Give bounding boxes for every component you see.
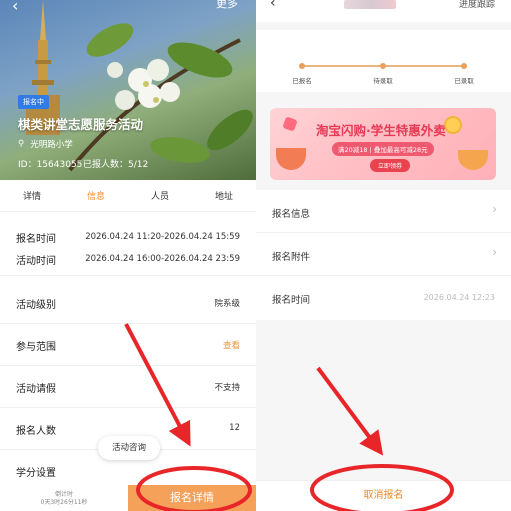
- signup-info-list: 报名信息 › 报名附件 › 报名时间 2026.04.24 12:23: [256, 190, 511, 320]
- signup-info-row[interactable]: 报名信息 ›: [256, 190, 511, 233]
- promo-claim-button[interactable]: 立即领券: [370, 159, 411, 172]
- info-row-level: 活动级别 院系级: [0, 282, 256, 324]
- food-bowl-icon: [458, 150, 488, 170]
- step-label: 已报名: [292, 77, 312, 85]
- countdown-value: 0天3时26分11秒: [40, 499, 88, 506]
- top-bar: ‹ 进度跟踪: [256, 0, 511, 22]
- info-label: 报名人数: [16, 426, 56, 437]
- hero-banner: ‹ 更多 报名中 棋类讲堂志愿服务活动 ⚲ 光明路小学 ID：15643055 …: [0, 0, 256, 180]
- countdown: 倒计时 0天3时26分11秒: [0, 485, 128, 511]
- view-scope-link[interactable]: 查看: [223, 339, 240, 351]
- info-label: 活动请假: [16, 384, 56, 395]
- tab-info[interactable]: 信息: [64, 182, 128, 211]
- activity-detail-screen: ‹ 更多 报名中 棋类讲堂志愿服务活动 ⚲ 光明路小学 ID：15643055 …: [0, 0, 256, 511]
- activity-id: ID：15643055: [18, 160, 83, 170]
- bottom-action-bar: 取消报名: [256, 480, 511, 511]
- progress-tracking-link[interactable]: 进度跟踪: [459, 0, 495, 10]
- info-label: 活动时间: [16, 256, 56, 267]
- signup-status-screen: ‹ 进度跟踪 已报名 待录取 已录取 淘宝闪购·学生特惠外卖 满20减18 | …: [256, 0, 511, 511]
- step-dot: [380, 63, 386, 69]
- row-label: 报名时间: [272, 295, 311, 306]
- location-text: 光明路小学: [30, 140, 73, 150]
- bottom-action-bar: 倒计时 0天3时26分11秒 报名详情: [0, 485, 256, 511]
- countdown-label: 倒计时: [54, 491, 73, 498]
- step-label: 待录取: [373, 77, 393, 85]
- signup-time-row: 报名时间 2026.04.24 12:23: [256, 276, 511, 319]
- info-label: 参与范围: [16, 342, 56, 353]
- more-button[interactable]: 更多: [216, 0, 238, 11]
- tab-details[interactable]: 详情: [0, 182, 64, 211]
- info-value: 12: [229, 423, 240, 433]
- info-row-leave: 活动请假 不支持: [0, 366, 256, 408]
- info-value: 2026.04.24 16:00-2026.04.24 23:59: [85, 254, 240, 264]
- tab-address[interactable]: 地址: [192, 182, 256, 211]
- chevron-right-icon: ›: [492, 245, 497, 259]
- cancel-signup-button[interactable]: 取消报名: [256, 481, 511, 511]
- signup-detail-button[interactable]: 报名详情: [128, 485, 256, 511]
- info-label: 学分设置: [16, 468, 56, 479]
- info-row-scope: 参与范围 查看: [0, 324, 256, 366]
- screenshot-stage: ‹ 更多 报名中 棋类讲堂志愿服务活动 ⚲ 光明路小学 ID：15643055 …: [0, 0, 511, 511]
- gift-icon: [282, 116, 298, 132]
- info-value: 不支持: [214, 383, 240, 393]
- row-value: 2026.04.24 12:23: [423, 293, 495, 302]
- info-label: 活动级别: [16, 300, 56, 311]
- step-dot: [299, 63, 305, 69]
- promo-subtitle: 满20减18 | 叠加最高可减28元: [332, 142, 434, 156]
- detail-tabs: 详情 信息 人员 地址: [0, 182, 256, 212]
- status-badge: 报名中: [18, 95, 49, 109]
- back-icon[interactable]: ‹: [12, 0, 18, 15]
- coin-icon: [444, 116, 462, 134]
- signup-progress-steps: 已报名 待录取 已录取: [256, 30, 511, 92]
- back-icon[interactable]: ‹: [270, 0, 276, 11]
- location-pin-icon: ⚲: [18, 139, 25, 149]
- step-dot: [461, 63, 467, 69]
- info-value: 院系级: [214, 299, 240, 309]
- step-label: 已录取: [454, 77, 474, 85]
- chevron-right-icon: ›: [492, 202, 497, 216]
- row-label: 报名信息: [272, 209, 311, 220]
- hero-photo: [26, 0, 253, 172]
- signup-attachment-row[interactable]: 报名附件 ›: [256, 233, 511, 276]
- food-bowl-icon: [276, 148, 306, 170]
- activity-title: 棋类讲堂志愿服务活动: [18, 117, 144, 132]
- promo-banner[interactable]: 淘宝闪购·学生特惠外卖 满20减18 | 叠加最高可减28元 立即领券: [270, 108, 496, 180]
- row-label: 报名附件: [272, 252, 311, 263]
- activity-consult-button[interactable]: 活动咨询: [98, 436, 160, 460]
- tab-members[interactable]: 人员: [128, 182, 192, 211]
- info-row-activity-time: 活动时间 2026.04.24 16:00-2026.04.24 23:59: [0, 240, 256, 276]
- signup-count: 已报人数：5/12: [83, 160, 149, 170]
- activity-location[interactable]: ⚲ 光明路小学: [18, 138, 73, 150]
- promo-title: 淘宝闪购·学生特惠外卖: [316, 123, 446, 138]
- blurred-title: [344, 0, 396, 9]
